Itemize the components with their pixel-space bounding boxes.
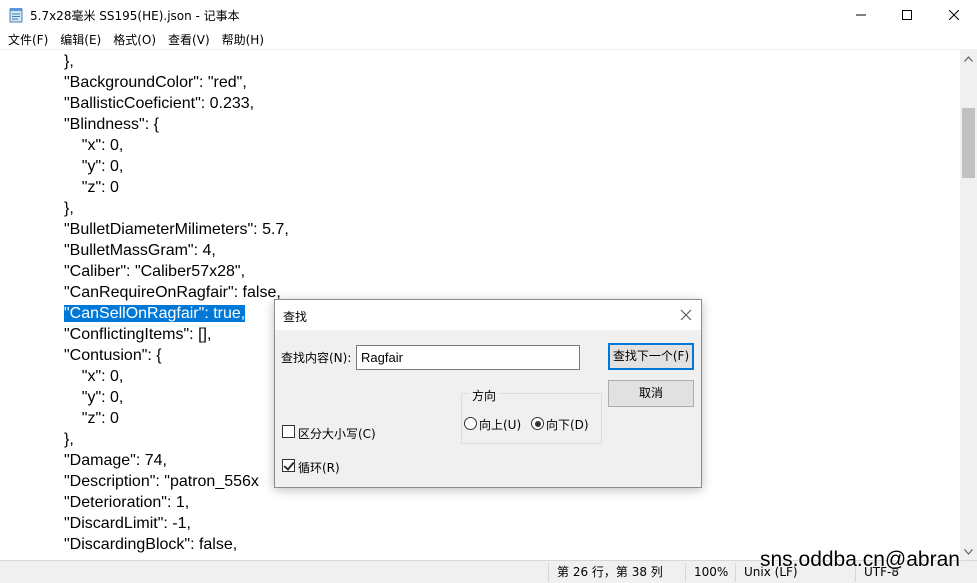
cancel-button[interactable]: 取消 (608, 380, 694, 407)
editor-line[interactable]: "CanRequireOnRagfair": false, (64, 282, 289, 303)
editor-line[interactable]: }, (64, 51, 289, 72)
direction-label: 方向 (469, 387, 500, 404)
menu-file[interactable]: 文件(F) (2, 30, 54, 50)
editor-line[interactable]: "y": 0, (64, 387, 289, 408)
window-title: 5.7x28毫米 SS195(HE).json - 记事本 (30, 9, 240, 23)
line-text: "Damage": 74, (64, 452, 167, 469)
menu-help[interactable]: 帮助(H) (216, 30, 270, 50)
line-text: "Contusion": { (64, 347, 162, 364)
editor-line[interactable]: "Contusion": { (64, 345, 289, 366)
find-dialog: 查找 查找内容(N): Ragfair 查找下一个(F) 取消 方向 向上(U)… (274, 299, 702, 488)
editor-line[interactable]: }, (64, 429, 289, 450)
title-bar[interactable]: 5.7x28毫米 SS195(HE).json - 记事本 (0, 0, 977, 30)
line-text: "DiscardingBlock": false, (64, 536, 238, 553)
find-dialog-titlebar[interactable]: 查找 (275, 300, 701, 330)
line-text: "z": 0 (64, 179, 119, 196)
line-text: }, (64, 200, 74, 217)
status-position: 第 26 行，第 38 列 (557, 565, 663, 579)
line-text: "y": 0, (64, 158, 124, 175)
direction-down-label[interactable]: 向下(D) (546, 416, 589, 433)
editor-line[interactable]: "Description": "patron_556x (64, 471, 289, 492)
wrap-around-checkbox[interactable] (282, 459, 295, 472)
editor-line[interactable]: "Caliber": "Caliber57x28", (64, 261, 289, 282)
status-zoom: 100% (694, 565, 729, 579)
editor-line[interactable]: "x": 0, (64, 366, 289, 387)
scroll-up-button[interactable] (960, 50, 977, 67)
editor-line[interactable]: "Deterioration": 1, (64, 492, 289, 513)
direction-up-label[interactable]: 向上(U) (479, 416, 521, 433)
find-next-button[interactable]: 查找下一个(F) (608, 343, 694, 370)
match-case-label[interactable]: 区分大小写(C) (298, 425, 376, 442)
watermark-text: sns.oddba.cn@abran (760, 548, 960, 571)
line-text: "Description": "patron_556x (64, 473, 259, 490)
editor-line[interactable]: }, (64, 198, 289, 219)
direction-down-radio[interactable] (531, 417, 544, 430)
line-text: "BulletDiameterMilimeters": 5.7, (64, 221, 289, 238)
vertical-scrollbar[interactable] (960, 50, 977, 560)
minimize-button[interactable] (838, 0, 884, 30)
close-button[interactable] (931, 0, 977, 30)
chevron-down-icon (964, 548, 973, 555)
line-text: "BulletMassGram": 4, (64, 242, 216, 259)
direction-up-radio[interactable] (464, 417, 477, 430)
scroll-down-button[interactable] (960, 543, 977, 560)
editor-line[interactable]: "z": 0 (64, 177, 289, 198)
maximize-icon (902, 10, 912, 20)
notepad-icon (9, 8, 23, 23)
line-text: "BallisticCoeficient": 0.233, (64, 95, 255, 112)
menu-view[interactable]: 查看(V) (162, 30, 216, 50)
match-case-checkbox[interactable] (282, 425, 295, 438)
line-text: "CanRequireOnRagfair": false, (64, 284, 281, 301)
editor-line[interactable]: "BulletDiameterMilimeters": 5.7, (64, 219, 289, 240)
line-text: "BackgroundColor": "red", (64, 74, 247, 91)
line-text: "DiscardLimit": -1, (64, 515, 191, 532)
editor-line[interactable]: "z": 0 (64, 408, 289, 429)
minimize-icon (856, 14, 866, 16)
editor-line[interactable]: "BackgroundColor": "red", (64, 72, 289, 93)
line-text: "y": 0, (64, 389, 124, 406)
line-text: "Caliber": "Caliber57x28", (64, 263, 246, 280)
line-text: "x": 0, (64, 137, 124, 154)
menu-edit[interactable]: 编辑(E) (54, 30, 107, 50)
editor-line[interactable]: "Blindness": { (64, 114, 289, 135)
line-text: "z": 0 (64, 410, 119, 427)
close-icon (949, 10, 959, 20)
editor-line[interactable]: "y": 0, (64, 156, 289, 177)
chevron-up-icon (964, 55, 973, 62)
editor-line[interactable]: "Damage": 74, (64, 450, 289, 471)
find-dialog-title: 查找 (283, 310, 308, 324)
find-input[interactable]: Ragfair (356, 345, 580, 370)
menu-format[interactable]: 格式(O) (107, 30, 162, 50)
line-text: "Deterioration": 1, (64, 494, 190, 511)
line-text: "ConflictingItems": [], (64, 326, 212, 343)
close-icon[interactable] (679, 308, 693, 322)
line-text: }, (64, 431, 74, 448)
line-text: "x": 0, (64, 368, 124, 385)
find-what-label: 查找内容(N): (281, 351, 352, 365)
editor-line[interactable]: "BulletMassGram": 4, (64, 240, 289, 261)
editor-line[interactable]: "x": 0, (64, 135, 289, 156)
editor-line[interactable]: "ConflictingItems": [], (64, 324, 289, 345)
menu-bar: 文件(F) 编辑(E) 格式(O) 查看(V) 帮助(H) (0, 30, 977, 50)
line-text: "Blindness": { (64, 116, 159, 133)
editor-line[interactable]: "DiscardingBlock": false, (64, 534, 289, 555)
editor-line[interactable]: "CanSellOnRagfair": true, (64, 303, 289, 324)
selected-text: "CanSellOnRagfair": true, (64, 305, 246, 322)
editor-line[interactable]: "DiscardLimit": -1, (64, 513, 289, 534)
editor-line[interactable]: "BallisticCoeficient": 0.233, (64, 93, 289, 114)
wrap-around-label[interactable]: 循环(R) (298, 459, 340, 476)
maximize-button[interactable] (884, 0, 930, 30)
editor-content[interactable]: }, "BackgroundColor": "red", "BallisticCoe… (64, 51, 289, 555)
line-text: }, (64, 53, 74, 70)
scrollbar-thumb[interactable] (962, 108, 975, 178)
